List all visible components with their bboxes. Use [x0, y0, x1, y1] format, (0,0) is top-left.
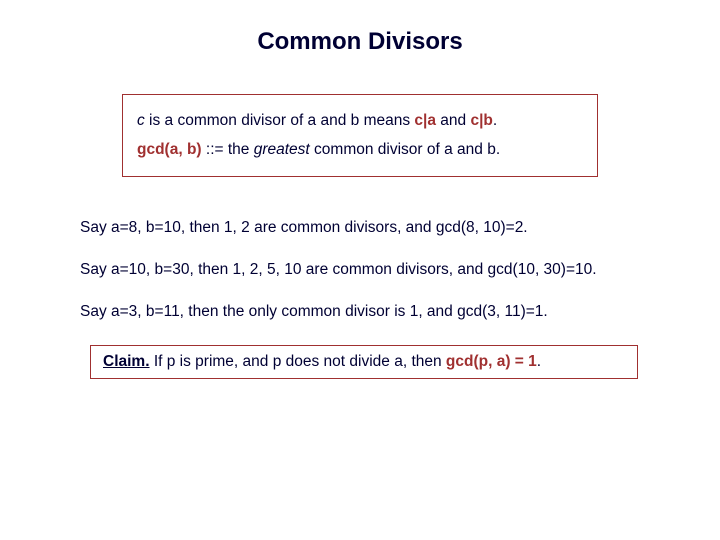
def-cb: c|b: [470, 112, 492, 129]
def-gcd: gcd(a, b): [137, 141, 206, 158]
example-1: Say a=8, b=10, then 1, 2 are common divi…: [80, 219, 720, 237]
claim-pre: If p is prime, and p does not divide a, …: [150, 353, 446, 370]
page-title: Common Divisors: [0, 0, 720, 56]
examples-block: Say a=8, b=10, then 1, 2 are common divi…: [80, 219, 720, 321]
claim-label: Claim.: [103, 353, 150, 370]
def-ca: c|a: [414, 112, 436, 129]
def-end1: .: [493, 112, 497, 129]
def-sym: ::= the: [206, 141, 254, 158]
def-post: common divisor of a and b.: [310, 141, 500, 158]
def-c: c: [137, 112, 145, 129]
claim-box: Claim. If p is prime, and p does not div…: [90, 345, 638, 379]
def-greatest: greatest: [254, 141, 310, 158]
claim-post: .: [537, 353, 541, 370]
def-text-1: is a common divisor of a and b means: [145, 112, 415, 129]
def-and: and: [436, 112, 470, 129]
example-3: Say a=3, b=11, then the only common divi…: [80, 303, 720, 321]
example-2: Say a=10, b=30, then 1, 2, 5, 10 are com…: [80, 261, 720, 279]
claim-accent: gcd(p, a) = 1: [446, 353, 537, 370]
definition-box: c is a common divisor of a and b means c…: [122, 94, 598, 177]
definition-line-1: c is a common divisor of a and b means c…: [137, 106, 583, 135]
definition-line-2: gcd(a, b) ::= the greatest common diviso…: [137, 135, 583, 164]
